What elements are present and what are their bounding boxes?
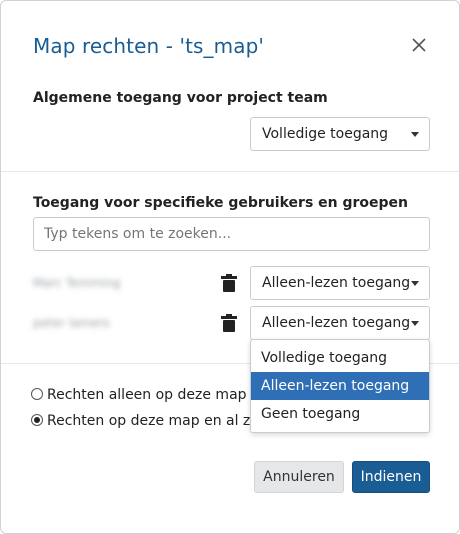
general-access-value: Volledige toegang xyxy=(262,126,389,142)
radio-button[interactable] xyxy=(31,388,43,400)
user-access-select[interactable]: Alleen-lezen toegang xyxy=(250,306,430,340)
menu-item-full-access[interactable]: Volledige toegang xyxy=(251,344,429,372)
menu-item-no-access[interactable]: Geen toegang xyxy=(251,400,429,428)
folder-permissions-dialog: Map rechten - 'ts_map' Algemene toegang … xyxy=(0,0,460,534)
user-name: Marc Temming xyxy=(33,276,121,290)
general-access-select[interactable]: Volledige toegang xyxy=(250,117,430,151)
menu-item-read-only[interactable]: Alleen-lezen toegang xyxy=(251,372,429,400)
cancel-button[interactable]: Annuleren xyxy=(254,461,344,493)
close-icon[interactable] xyxy=(410,36,428,54)
radio-folder-and-subfolders[interactable]: Rechten op deze map en al zijn submappen… xyxy=(31,413,253,429)
specific-access-label: Toegang voor specifieke gebruikers en gr… xyxy=(33,195,409,211)
user-access-value: Alleen-lezen toegang xyxy=(262,275,411,291)
divider xyxy=(1,171,459,172)
chevron-down-icon xyxy=(411,132,419,137)
submit-button[interactable]: Indienen xyxy=(352,461,430,493)
user-access-select[interactable]: Alleen-lezen toegang xyxy=(250,266,430,300)
trash-icon[interactable] xyxy=(221,274,237,292)
radio-this-folder-only[interactable]: Rechten alleen op deze map toepassen xyxy=(31,387,253,403)
dialog-title: Map rechten - 'ts_map' xyxy=(33,34,264,58)
chevron-down-icon xyxy=(411,321,419,326)
chevron-down-icon xyxy=(411,281,419,286)
user-name: peter lamers xyxy=(33,316,110,330)
trash-icon[interactable] xyxy=(221,314,237,332)
radio-label: Rechten alleen op deze map toepassen xyxy=(47,387,253,403)
radio-label: Rechten op deze map en al zijn submappen… xyxy=(47,413,253,429)
radio-button[interactable] xyxy=(31,414,43,426)
user-access-value: Alleen-lezen toegang xyxy=(262,315,411,331)
access-dropdown-menu: Volledige toegang Alleen-lezen toegang G… xyxy=(250,339,430,433)
user-search-input[interactable] xyxy=(33,217,430,251)
general-access-label: Algemene toegang voor project team xyxy=(33,90,328,106)
